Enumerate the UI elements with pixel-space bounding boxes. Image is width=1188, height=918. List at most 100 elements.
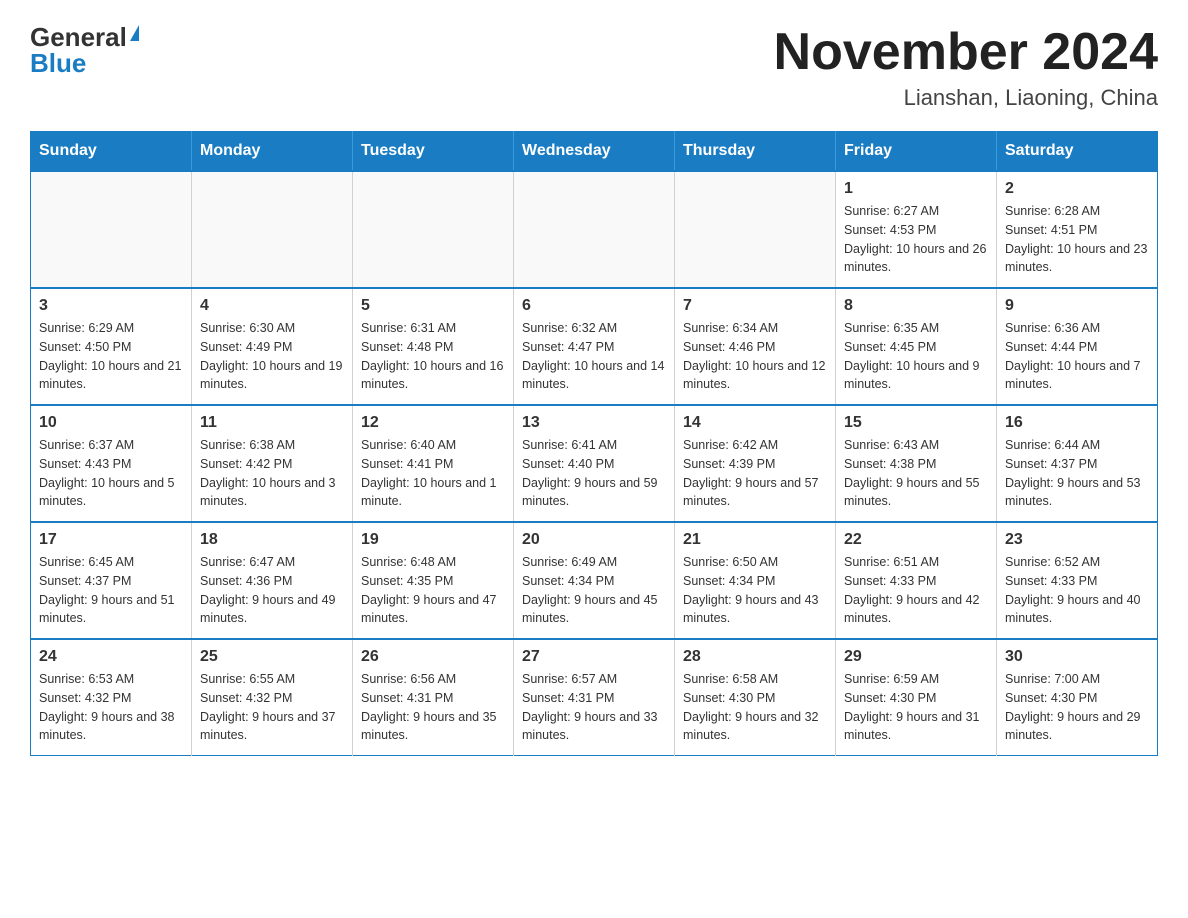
week-row-4: 17Sunrise: 6:45 AMSunset: 4:37 PMDayligh… [31, 522, 1158, 639]
day-cell: 27 Sunrise: 6:57 AMSunset: 4:31 PMDayligh… [514, 639, 675, 756]
week-row-1: 1 Sunrise: 6:27 AMSunset: 4:53 PMDaylight… [31, 171, 1158, 288]
day-cell: 20Sunrise: 6:49 AMSunset: 4:34 PMDayligh… [514, 522, 675, 639]
day-number: 9 [1005, 297, 1149, 315]
day-number: 1 [844, 180, 988, 198]
week-row-3: 10 Sunrise: 6:37 AMSunset: 4:43 PMDayligh… [31, 405, 1158, 522]
day-number: 13 [522, 414, 666, 432]
day-cell: 11Sunrise: 6:38 AMSunset: 4:42 PMDayligh… [192, 405, 353, 522]
day-cell: 21 Sunrise: 6:50 AMSunset: 4:34 PMDayligh… [675, 522, 836, 639]
day-info: Sunrise: 6:49 AMSunset: 4:34 PMDaylight:… [522, 553, 666, 628]
day-number: 3 [39, 297, 183, 315]
weekday-header-saturday: Saturday [997, 132, 1158, 172]
weekday-header-monday: Monday [192, 132, 353, 172]
day-number: 25 [200, 648, 344, 666]
day-cell [353, 171, 514, 288]
day-cell: 24 Sunrise: 6:53 AMSunset: 4:32 PMDayligh… [31, 639, 192, 756]
day-info: Sunrise: 6:27 AMSunset: 4:53 PMDaylight:… [844, 202, 988, 277]
day-info: Sunrise: 7:00 AMSunset: 4:30 PMDaylight:… [1005, 670, 1149, 745]
day-number: 6 [522, 297, 666, 315]
logo-blue-text: Blue [30, 50, 86, 76]
day-number: 19 [361, 531, 505, 549]
day-info: Sunrise: 6:32 AMSunset: 4:47 PMDaylight:… [522, 319, 666, 394]
day-info: Sunrise: 6:28 AMSunset: 4:51 PMDaylight:… [1005, 202, 1149, 277]
day-info: Sunrise: 6:52 AMSunset: 4:33 PMDaylight:… [1005, 553, 1149, 628]
week-row-5: 24 Sunrise: 6:53 AMSunset: 4:32 PMDayligh… [31, 639, 1158, 756]
day-number: 27 [522, 648, 666, 666]
day-cell: 22 Sunrise: 6:51 AMSunset: 4:33 PMDayligh… [836, 522, 997, 639]
day-cell: 25 Sunrise: 6:55 AMSunset: 4:32 PMDayligh… [192, 639, 353, 756]
day-info: Sunrise: 6:41 AMSunset: 4:40 PMDaylight:… [522, 436, 666, 511]
day-info: Sunrise: 6:50 AMSunset: 4:34 PMDaylight:… [683, 553, 827, 628]
day-number: 30 [1005, 648, 1149, 666]
day-number: 4 [200, 297, 344, 315]
day-info: Sunrise: 6:29 AMSunset: 4:50 PMDaylight:… [39, 319, 183, 394]
day-number: 28 [683, 648, 827, 666]
day-info: Sunrise: 6:55 AMSunset: 4:32 PMDaylight:… [200, 670, 344, 745]
day-info: Sunrise: 6:59 AMSunset: 4:30 PMDaylight:… [844, 670, 988, 745]
day-number: 10 [39, 414, 183, 432]
day-cell: 23 Sunrise: 6:52 AMSunset: 4:33 PMDayligh… [997, 522, 1158, 639]
day-number: 23 [1005, 531, 1149, 549]
day-info: Sunrise: 6:57 AMSunset: 4:31 PMDaylight:… [522, 670, 666, 745]
day-cell: 3 Sunrise: 6:29 AMSunset: 4:50 PMDaylight… [31, 288, 192, 405]
weekday-header-sunday: Sunday [31, 132, 192, 172]
day-cell: 13 Sunrise: 6:41 AMSunset: 4:40 PMDayligh… [514, 405, 675, 522]
day-cell: 4 Sunrise: 6:30 AMSunset: 4:49 PMDaylight… [192, 288, 353, 405]
weekday-header-tuesday: Tuesday [353, 132, 514, 172]
month-title: November 2024 [774, 24, 1158, 81]
day-cell: 10 Sunrise: 6:37 AMSunset: 4:43 PMDayligh… [31, 405, 192, 522]
day-number: 24 [39, 648, 183, 666]
day-info: Sunrise: 6:36 AMSunset: 4:44 PMDaylight:… [1005, 319, 1149, 394]
day-info: Sunrise: 6:31 AMSunset: 4:48 PMDaylight:… [361, 319, 505, 394]
logo-general-text: General [30, 24, 127, 50]
weekday-header-friday: Friday [836, 132, 997, 172]
day-info: Sunrise: 6:37 AMSunset: 4:43 PMDaylight:… [39, 436, 183, 511]
day-cell [192, 171, 353, 288]
day-number: 22 [844, 531, 988, 549]
day-number: 29 [844, 648, 988, 666]
day-info: Sunrise: 6:43 AMSunset: 4:38 PMDaylight:… [844, 436, 988, 511]
day-cell: 1 Sunrise: 6:27 AMSunset: 4:53 PMDaylight… [836, 171, 997, 288]
day-cell [514, 171, 675, 288]
day-info: Sunrise: 6:30 AMSunset: 4:49 PMDaylight:… [200, 319, 344, 394]
day-number: 8 [844, 297, 988, 315]
day-info: Sunrise: 6:35 AMSunset: 4:45 PMDaylight:… [844, 319, 988, 394]
day-cell: 9 Sunrise: 6:36 AMSunset: 4:44 PMDaylight… [997, 288, 1158, 405]
day-info: Sunrise: 6:42 AMSunset: 4:39 PMDaylight:… [683, 436, 827, 511]
day-cell: 29 Sunrise: 6:59 AMSunset: 4:30 PMDayligh… [836, 639, 997, 756]
day-info: Sunrise: 6:48 AMSunset: 4:35 PMDaylight:… [361, 553, 505, 628]
logo: General Blue [30, 24, 139, 76]
day-number: 26 [361, 648, 505, 666]
day-number: 2 [1005, 180, 1149, 198]
day-number: 7 [683, 297, 827, 315]
day-number: 16 [1005, 414, 1149, 432]
day-cell: 17Sunrise: 6:45 AMSunset: 4:37 PMDayligh… [31, 522, 192, 639]
day-number: 14 [683, 414, 827, 432]
day-cell: 30 Sunrise: 7:00 AMSunset: 4:30 PMDayligh… [997, 639, 1158, 756]
day-number: 21 [683, 531, 827, 549]
day-cell: 5Sunrise: 6:31 AMSunset: 4:48 PMDaylight… [353, 288, 514, 405]
page-header: General Blue November 2024 Lianshan, Lia… [30, 24, 1158, 111]
weekday-header-row: SundayMondayTuesdayWednesdayThursdayFrid… [31, 132, 1158, 172]
day-info: Sunrise: 6:44 AMSunset: 4:37 PMDaylight:… [1005, 436, 1149, 511]
location-title: Lianshan, Liaoning, China [774, 85, 1158, 111]
day-cell: 14 Sunrise: 6:42 AMSunset: 4:39 PMDayligh… [675, 405, 836, 522]
day-info: Sunrise: 6:38 AMSunset: 4:42 PMDaylight:… [200, 436, 344, 511]
day-cell: 19 Sunrise: 6:48 AMSunset: 4:35 PMDayligh… [353, 522, 514, 639]
day-cell: 16 Sunrise: 6:44 AMSunset: 4:37 PMDayligh… [997, 405, 1158, 522]
day-cell [31, 171, 192, 288]
day-info: Sunrise: 6:40 AMSunset: 4:41 PMDaylight:… [361, 436, 505, 511]
day-cell: 28 Sunrise: 6:58 AMSunset: 4:30 PMDayligh… [675, 639, 836, 756]
week-row-2: 3 Sunrise: 6:29 AMSunset: 4:50 PMDaylight… [31, 288, 1158, 405]
day-info: Sunrise: 6:53 AMSunset: 4:32 PMDaylight:… [39, 670, 183, 745]
day-cell: 26Sunrise: 6:56 AMSunset: 4:31 PMDayligh… [353, 639, 514, 756]
title-area: November 2024 Lianshan, Liaoning, China [774, 24, 1158, 111]
day-cell: 2 Sunrise: 6:28 AMSunset: 4:51 PMDaylight… [997, 171, 1158, 288]
day-number: 18 [200, 531, 344, 549]
day-cell: 15Sunrise: 6:43 AMSunset: 4:38 PMDayligh… [836, 405, 997, 522]
day-cell [675, 171, 836, 288]
day-cell: 7Sunrise: 6:34 AMSunset: 4:46 PMDaylight… [675, 288, 836, 405]
day-info: Sunrise: 6:51 AMSunset: 4:33 PMDaylight:… [844, 553, 988, 628]
calendar-table: SundayMondayTuesdayWednesdayThursdayFrid… [30, 131, 1158, 756]
day-info: Sunrise: 6:58 AMSunset: 4:30 PMDaylight:… [683, 670, 827, 745]
